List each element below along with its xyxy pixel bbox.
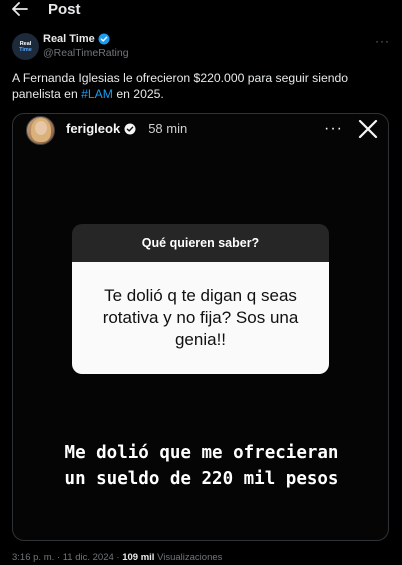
page-title: Post [48, 1, 81, 18]
views-label: Visualizaciones [154, 552, 223, 563]
answer-line-2: un sueldo de 220 mil pesos [64, 469, 339, 489]
author-name[interactable]: Real Time [43, 33, 95, 45]
tweet-text: A Fernanda Iglesias le ofrecieron $220.0… [12, 70, 392, 102]
story-username: ferigleok [66, 121, 121, 136]
story-user-line: ferigleok 58 min [66, 121, 187, 136]
story-time: 58 min [148, 121, 188, 136]
author-block: Real Time Real Time @RealTimeRating ··· [12, 33, 392, 63]
meta-separator: · [54, 552, 63, 563]
question-sticker: Qué quieren saber? Te dolió q te digan q… [72, 224, 329, 374]
tweet-text-start: A Fernanda Iglesias le ofrecieron $220.0… [12, 71, 349, 101]
answer-line-1: Me dolió que me ofrecieran [64, 443, 339, 463]
tweet-text-end: en 2025. [112, 87, 164, 101]
story-more-icon: ··· [324, 120, 343, 137]
question-title: Qué quieren saber? [72, 224, 329, 262]
back-button[interactable] [11, 0, 29, 18]
more-options-button[interactable]: ··· [375, 34, 390, 48]
meta-separator: · [113, 552, 123, 563]
post-date[interactable]: 11 dic. 2024 [63, 552, 114, 563]
story-avatar [26, 116, 55, 145]
avatar[interactable]: Real Time [12, 33, 39, 60]
author-name-line: Real Time [43, 33, 110, 45]
hashtag-link[interactable]: #LAM [81, 87, 113, 101]
post-header: Post [0, 0, 402, 24]
arrow-left-icon [12, 2, 28, 16]
post-time[interactable]: 3:16 p. m. [12, 552, 54, 563]
post-meta: 3:16 p. m. · 11 dic. 2024 · 109 mil Visu… [12, 552, 222, 563]
media-image[interactable]: ferigleok 58 min ··· Qué quieren saber? … [12, 113, 389, 541]
views-count: 109 mil [122, 552, 155, 563]
story-answer-text: Me dolió que me ofrecieran un sueldo de … [13, 440, 388, 492]
question-text: Te dolió q te digan q seas rotativa y no… [72, 262, 329, 374]
avatar-text-2: Time [19, 46, 32, 53]
close-icon [358, 119, 378, 139]
verified-badge-icon [98, 33, 110, 45]
verified-badge-icon [124, 123, 136, 134]
author-handle[interactable]: @RealTimeRating [43, 47, 129, 59]
